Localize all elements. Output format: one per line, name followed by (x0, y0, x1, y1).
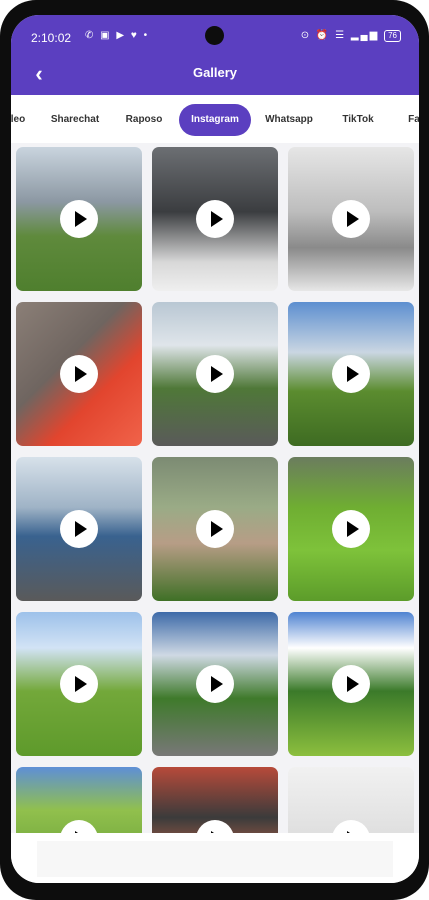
status-system-icons-text: ⊙ ⏰ ☰ ▂▄▆ (300, 30, 380, 41)
play-icon[interactable] (60, 665, 98, 703)
camera-hole (205, 26, 224, 45)
play-icon[interactable] (196, 355, 234, 393)
video-thumbnail[interactable] (288, 302, 414, 446)
play-icon[interactable] (332, 200, 370, 238)
tab-sharechat[interactable]: Sharechat (45, 104, 105, 136)
video-thumbnail[interactable] (16, 767, 142, 833)
video-thumbnail[interactable] (16, 457, 142, 601)
status-system-icons: ⊙ ⏰ ☰ ▂▄▆ 76 (301, 30, 401, 42)
tab-bar: leo Sharechat Raposo Instagram Whatsapp … (11, 95, 419, 143)
video-thumbnail[interactable] (152, 612, 278, 756)
play-icon[interactable] (196, 820, 234, 833)
play-icon[interactable] (332, 665, 370, 703)
screen: 2:10:02 ✆ ▣ ▶ ♥ • ⊙ ⏰ ☰ ▂▄▆ 76 ‹ Gallery… (11, 15, 419, 883)
video-thumbnail[interactable] (152, 302, 278, 446)
play-icon[interactable] (60, 200, 98, 238)
video-thumbnail[interactable] (152, 767, 278, 833)
play-icon[interactable] (60, 820, 98, 833)
play-icon[interactable] (332, 510, 370, 548)
tab-whatsapp[interactable]: Whatsapp (261, 104, 317, 136)
video-thumbnail[interactable] (288, 612, 414, 756)
video-thumbnail[interactable] (152, 147, 278, 291)
play-icon[interactable] (60, 355, 98, 393)
play-icon[interactable] (332, 820, 370, 833)
status-time: 2:10:02 (31, 31, 72, 45)
tab-raposo[interactable]: Raposo (121, 104, 167, 136)
video-thumbnail[interactable] (16, 147, 142, 291)
video-grid (11, 143, 419, 833)
battery-icon: 76 (384, 30, 401, 42)
play-icon[interactable] (196, 510, 234, 548)
play-icon[interactable] (60, 510, 98, 548)
play-icon[interactable] (196, 665, 234, 703)
play-icon[interactable] (196, 200, 234, 238)
bottom-panel (37, 841, 393, 877)
video-thumbnail[interactable] (16, 612, 142, 756)
tab-leo[interactable]: leo (11, 104, 31, 136)
app-bar: 2:10:02 ✆ ▣ ▶ ♥ • ⊙ ⏰ ☰ ▂▄▆ 76 ‹ Gallery (11, 15, 419, 95)
video-thumbnail[interactable] (288, 147, 414, 291)
video-thumbnail[interactable] (288, 767, 414, 833)
tab-instagram[interactable]: Instagram (179, 104, 251, 136)
video-thumbnail[interactable] (152, 457, 278, 601)
play-icon[interactable] (332, 355, 370, 393)
page-title: Gallery (192, 65, 238, 80)
phone-frame: 2:10:02 ✆ ▣ ▶ ♥ • ⊙ ⏰ ☰ ▂▄▆ 76 ‹ Gallery… (0, 0, 429, 900)
bottom-area (11, 833, 419, 883)
tab-tiktok[interactable]: TikTok (337, 104, 379, 136)
video-thumbnail[interactable] (288, 457, 414, 601)
status-notification-icons: ✆ ▣ ▶ ♥ • (85, 30, 150, 41)
video-thumbnail[interactable] (16, 302, 142, 446)
tab-fa[interactable]: Fa (403, 104, 419, 136)
